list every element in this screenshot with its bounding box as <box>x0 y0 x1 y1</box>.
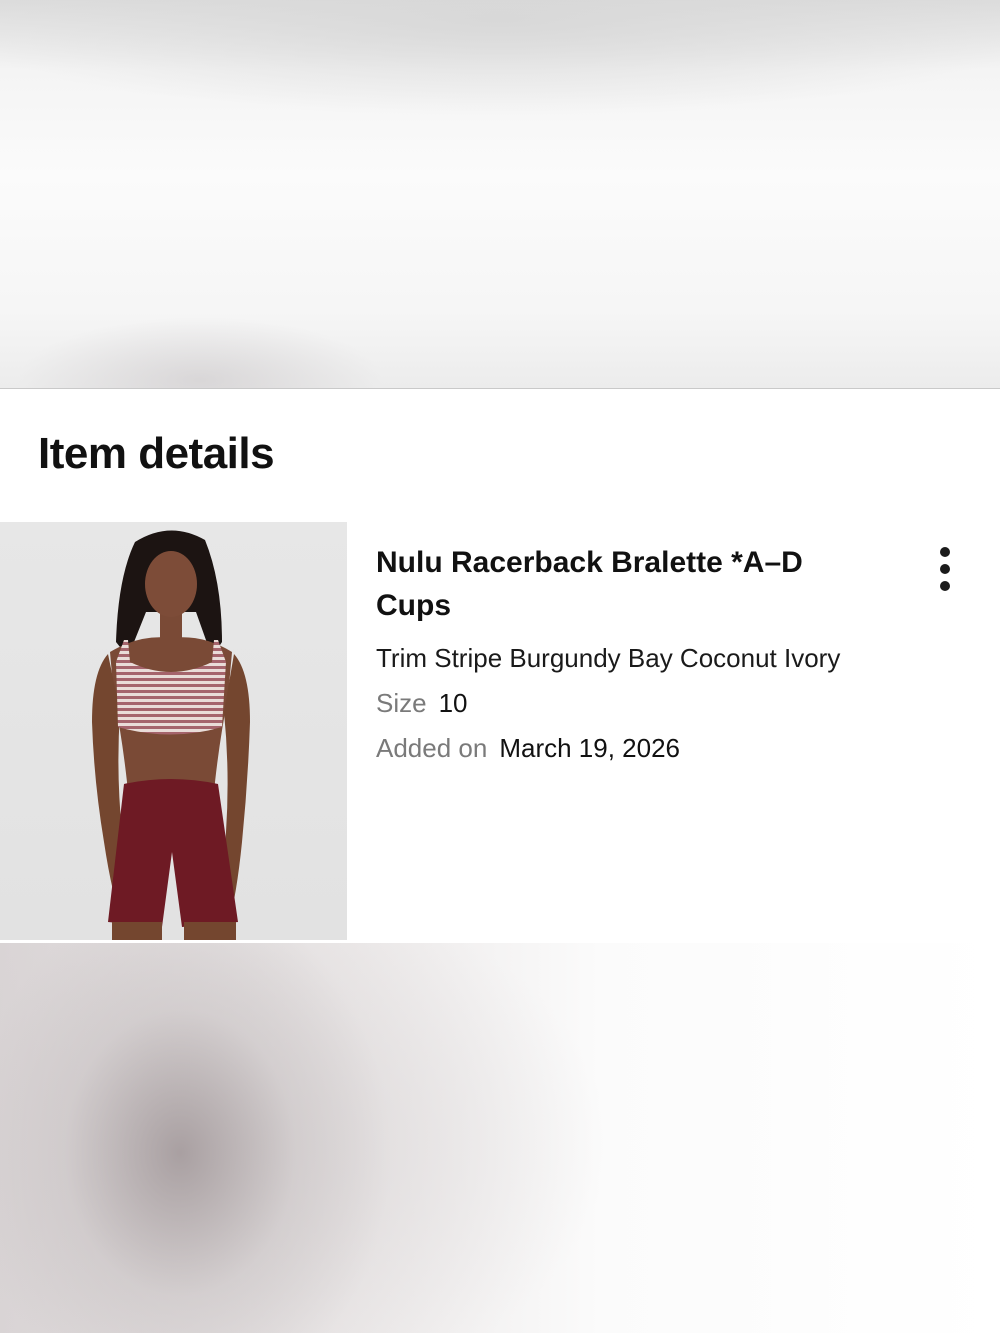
product-name[interactable]: Nulu Racerback Bralette *A–D Cups <box>376 541 806 627</box>
item-info: Nulu Racerback Bralette *A–D Cups Trim S… <box>376 541 896 765</box>
section-title: Item details <box>38 429 275 478</box>
vertical-ellipsis-icon <box>940 547 950 557</box>
product-variant: Trim Stripe Burgundy Bay Coconut Ivory <box>376 643 841 673</box>
more-options-button[interactable] <box>925 539 965 599</box>
added-row: Added on March 19, 2026 <box>376 731 896 765</box>
size-row: Size 10 <box>376 686 896 720</box>
added-value: March 19, 2026 <box>499 733 680 763</box>
background-blur-top <box>0 0 1000 388</box>
vertical-ellipsis-icon-dot <box>940 581 950 591</box>
size-label: Size <box>376 688 427 718</box>
product-image[interactable] <box>0 522 347 940</box>
background-blur-bottom <box>0 943 1000 1333</box>
item-details-card: Item details Nulu Racerback Bralette *A–… <box>0 389 1000 943</box>
vertical-ellipsis-icon-dot <box>940 564 950 574</box>
page: Item details Nulu Racerback Bralette *A–… <box>0 0 1000 1333</box>
product-photo-icon <box>92 530 250 940</box>
added-label: Added on <box>376 733 488 763</box>
size-value: 10 <box>438 688 468 718</box>
